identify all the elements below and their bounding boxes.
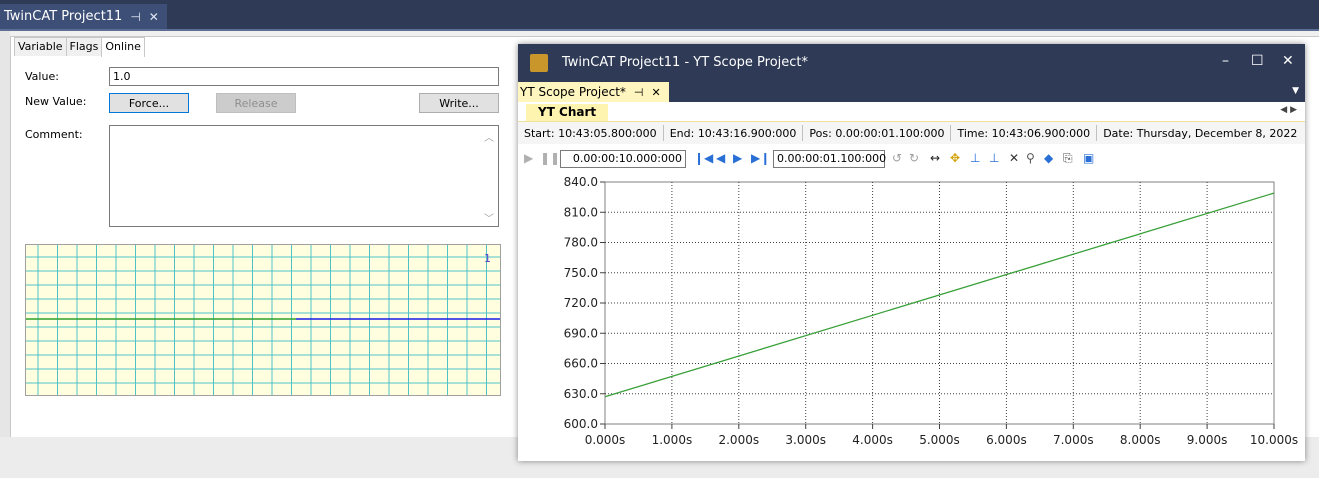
screenshot-icon[interactable]: ▣: [1083, 151, 1094, 165]
y-tick-label: 600.0: [564, 417, 598, 431]
play-icon[interactable]: ▶: [524, 151, 533, 165]
x-tick-label: 7.000s: [1053, 433, 1094, 447]
position-field[interactable]: 0.00:00:01.100:000: [773, 150, 886, 168]
tab-yt-chart[interactable]: YT Chart: [526, 104, 609, 121]
next-icon[interactable]: ▶: [733, 151, 742, 165]
x-tick-label: 1.000s: [652, 433, 693, 447]
divider: [662, 125, 664, 141]
y-tick-label: 630.0: [564, 387, 598, 401]
x-tick-label: 4.000s: [852, 433, 893, 447]
x-tick-label: 2.000s: [718, 433, 759, 447]
x-tick-label: 10.000s: [1250, 433, 1298, 447]
document-tab-bar: TwinCAT Project11 ⊣ ✕: [0, 0, 1319, 29]
chart-info-bar: Start: 10:43:05.800:000 End: 10:43:16.90…: [518, 122, 1305, 144]
pin-icon[interactable]: ⊣: [130, 10, 140, 24]
divider: [802, 125, 804, 141]
scope-toolbar: ▶ ❚❚ 0.00:00:10.000:000 ❙◀ ◀ ▶ ▶❙ 0.00:0…: [518, 147, 1305, 171]
mini-chart-marker: 1: [484, 252, 491, 265]
tools-icon[interactable]: ✕: [1009, 151, 1019, 165]
chart-scale-icon[interactable]: ⊥: [989, 151, 999, 165]
tab-flags[interactable]: Flags: [65, 37, 103, 56]
scroll-up-icon[interactable]: ︿: [484, 129, 494, 144]
pos-label: Pos:: [809, 126, 832, 140]
redo-icon[interactable]: ↻: [909, 151, 919, 165]
new-value-label: New Value:: [25, 95, 87, 108]
scope-title-bar[interactable]: TwinCAT Project11 - YT Scope Project* – …: [518, 44, 1305, 82]
y-tick-label: 840.0: [564, 175, 598, 189]
search-max-icon[interactable]: ⚲: [1026, 151, 1035, 165]
pan-icon[interactable]: ↔: [930, 151, 940, 165]
x-tick-label: 3.000s: [785, 433, 826, 447]
end-label: End:: [669, 126, 695, 140]
force-button[interactable]: Force...: [109, 93, 189, 113]
scroll-down-icon[interactable]: ﹀: [484, 210, 494, 225]
time-value: 10:43:06.900:000: [991, 126, 1091, 140]
x-tick-label: 8.000s: [1120, 433, 1161, 447]
scope-tab-label: YT Scope Project*: [520, 85, 626, 99]
maximize-icon[interactable]: ☐: [1251, 53, 1264, 69]
date-value: Thursday, December 8, 2022: [1136, 126, 1298, 140]
doc-tab-twincat-project[interactable]: TwinCAT Project11 ⊣ ✕: [0, 4, 167, 29]
chart-tab-row: YT Chart ◀ ▶: [518, 102, 1305, 122]
time-label: Time:: [957, 126, 989, 140]
yt-chart-plot[interactable]: 600.0 630.0 660.0 690.0 720.0 750.0 780.0 810.0…: [518, 171, 1305, 461]
value-label: Value:: [25, 70, 59, 83]
last-icon[interactable]: ▶❙: [751, 151, 770, 165]
pin-icon[interactable]: ⊣: [634, 86, 644, 99]
comment-field[interactable]: [109, 125, 499, 227]
doc-tab-title: TwinCAT Project11: [4, 9, 123, 24]
cursor-icon[interactable]: ✥: [950, 151, 960, 165]
x-tick-label: 6.000s: [986, 433, 1027, 447]
tab-yt-scope-project[interactable]: YT Scope Project* ⊣ ✕: [518, 82, 669, 102]
markers-icon[interactable]: ◆: [1044, 151, 1053, 165]
scope-window-title: TwinCAT Project11 - YT Scope Project*: [562, 55, 809, 70]
write-button[interactable]: Write...: [419, 93, 499, 113]
start-label: Start:: [524, 126, 555, 140]
left-edge: [0, 31, 10, 478]
y-tick-label: 810.0: [564, 205, 598, 219]
y-axis-ticks: 600.0 630.0 660.0 690.0 720.0 750.0 780.0 810.0…: [564, 175, 605, 431]
panel-tabs: Variable Flags Online: [14, 37, 145, 57]
y-tick-label: 750.0: [564, 266, 598, 280]
scope-window: TwinCAT Project11 - YT Scope Project* – …: [518, 44, 1305, 461]
scope-tab-bar: YT Scope Project* ⊣ ✕ ▼: [518, 82, 1305, 102]
tab-dropdown-icon[interactable]: ▼: [1292, 86, 1299, 96]
y-tick-label: 720.0: [564, 296, 598, 310]
date-label: Date:: [1103, 126, 1134, 140]
mini-trend-svg: 1: [26, 245, 500, 395]
chart-tab-scroll-icon[interactable]: ◀ ▶: [1280, 105, 1297, 115]
pause-icon[interactable]: ❚❚: [540, 151, 560, 165]
divider: [950, 125, 952, 141]
x-tick-label: 9.000s: [1187, 433, 1228, 447]
close-icon[interactable]: ✕: [149, 10, 159, 24]
chart-axis-icon[interactable]: ⊥: [970, 151, 980, 165]
close-window-icon[interactable]: ✕: [1282, 53, 1294, 69]
previous-icon[interactable]: ◀: [716, 151, 725, 165]
tab-underline: [0, 29, 1319, 31]
x-axis-ticks: 0.000s 1.000s 2.000s 3.000s 4.000s 5.000s 6.00…: [585, 424, 1298, 447]
comment-label: Comment:: [25, 128, 83, 141]
twincat-app-icon: [530, 54, 548, 72]
value-field[interactable]: 1.0: [109, 67, 499, 86]
tab-variable[interactable]: Variable: [14, 37, 67, 56]
close-icon[interactable]: ✕: [652, 86, 661, 99]
x-tick-label: 0.000s: [585, 433, 626, 447]
end-value: 10:43:16.900:000: [697, 126, 797, 140]
mini-trend-chart: 1: [25, 244, 501, 396]
divider: [1096, 125, 1098, 141]
release-button[interactable]: Release: [216, 93, 296, 113]
export-icon[interactable]: ⎘: [1063, 151, 1073, 165]
tab-online[interactable]: Online: [101, 37, 145, 57]
y-tick-label: 660.0: [564, 357, 598, 371]
y-tick-label: 690.0: [564, 326, 598, 340]
first-icon[interactable]: ❙◀: [694, 151, 713, 165]
pos-value: 0.00:00:01.100:000: [835, 126, 945, 140]
minimize-icon[interactable]: –: [1222, 53, 1229, 69]
y-tick-label: 780.0: [564, 236, 598, 250]
x-tick-label: 5.000s: [919, 433, 960, 447]
time-span-field[interactable]: 0.00:00:10.000:000: [560, 150, 686, 168]
mini-chart-bg: [26, 245, 500, 395]
start-value: 10:43:05.800:000: [558, 126, 657, 140]
undo-icon[interactable]: ↺: [892, 151, 902, 165]
